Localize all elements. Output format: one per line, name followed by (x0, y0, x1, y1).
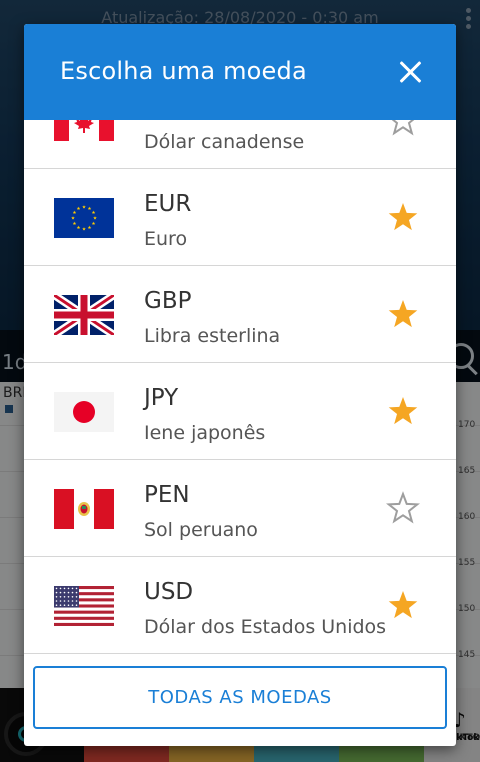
eu-flag-icon (54, 198, 114, 238)
currency-name: Sol peruano (144, 519, 258, 541)
currency-name: Dólar dos Estados Unidos (144, 616, 387, 638)
currency-row-usd[interactable]: USD Dólar dos Estados Unidos (24, 557, 456, 654)
star-outline-icon[interactable] (386, 491, 420, 525)
currency-code: JPY (144, 385, 179, 411)
currency-name: Libra esterlina (144, 325, 281, 347)
peru-flag-icon (54, 489, 114, 529)
currency-row-gbp[interactable]: GBP Libra esterlina (24, 266, 456, 363)
all-currencies-button[interactable]: TODAS AS MOEDAS (33, 666, 447, 729)
star-filled-icon[interactable] (386, 200, 420, 234)
usa-flag-icon (54, 586, 114, 626)
star-filled-icon[interactable] (386, 394, 420, 428)
star-filled-icon[interactable] (386, 297, 420, 331)
currency-code: EUR (144, 191, 192, 217)
star-filled-icon[interactable] (386, 588, 420, 622)
canada-flag-icon (54, 120, 114, 141)
dialog-header: Escolha uma moeda (24, 24, 456, 120)
currency-row-cad[interactable]: CAD Dólar canadense (24, 120, 456, 169)
dialog-title: Escolha uma moeda (60, 57, 307, 85)
currency-name: Dólar canadense (144, 131, 305, 153)
currency-name: Iene japonês (144, 422, 266, 444)
currency-row-eur[interactable]: EUR Euro (24, 169, 456, 266)
close-icon[interactable] (394, 56, 426, 88)
currency-code: GBP (144, 288, 192, 314)
currency-code: USD (144, 579, 194, 605)
currency-row-pen[interactable]: PEN Sol peruano (24, 460, 456, 557)
currency-row-jpy[interactable]: JPY Iene japonês (24, 363, 456, 460)
currency-code: PEN (144, 482, 190, 508)
currency-picker-dialog: Escolha uma moeda CAD Dólar canadense EU… (24, 24, 456, 746)
japan-flag-icon (54, 392, 114, 432)
all-currencies-label: TODAS AS MOEDAS (148, 687, 332, 708)
star-outline-icon[interactable] (386, 120, 420, 137)
currency-list[interactable]: CAD Dólar canadense EUR Euro GBP Libra e… (24, 120, 456, 664)
uk-flag-icon (54, 295, 114, 335)
currency-name: Euro (144, 228, 188, 250)
